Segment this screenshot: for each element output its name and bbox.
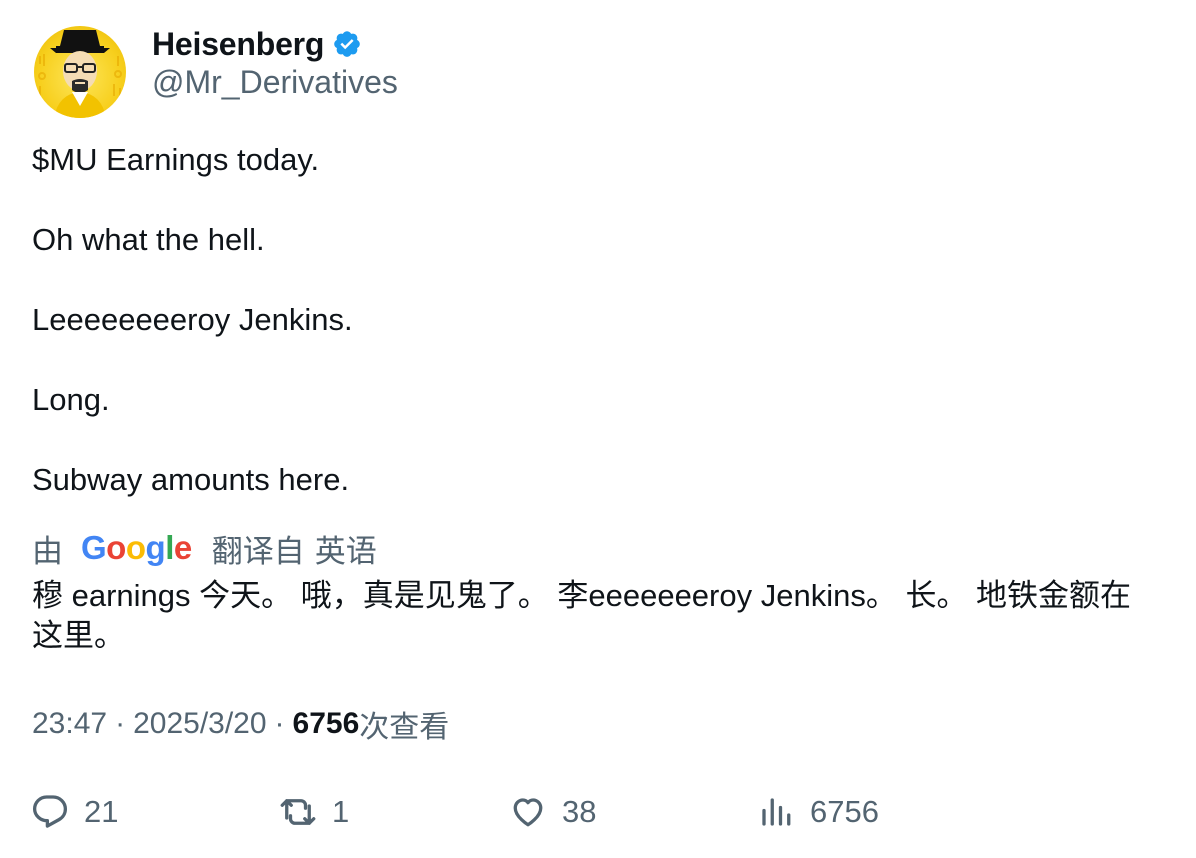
tweet-time[interactable]: 23:47 (32, 707, 107, 741)
heart-icon (513, 798, 543, 827)
tweet-paragraph: Subway amounts here. (32, 462, 350, 497)
author-handle[interactable]: @Mr_Derivatives (152, 64, 398, 101)
translated-text: 穆 earnings 今天。 哦，真是见鬼了。 李eeeeeeeroy Jenk… (32, 578, 1132, 653)
tweet-header: Heisenberg @Mr_Derivatives (34, 26, 1154, 122)
translation-prefix: 由 (32, 533, 63, 569)
like-count: 38 (562, 794, 597, 829)
heisenberg-portrait-icon (38, 30, 122, 118)
retweet-icon (280, 799, 316, 825)
reply-button[interactable]: 21 (32, 788, 118, 836)
tweet-meta: 23:47 · 2025/3/20 · 6756 次查看 (32, 704, 449, 744)
tweet-actions: 21 1 38 6756 (32, 788, 1172, 836)
reply-count: 21 (84, 794, 119, 829)
author-name[interactable]: Heisenberg (152, 26, 324, 63)
source-language: 英语 (314, 533, 377, 569)
translated-from-label: 翻译自 (211, 533, 305, 569)
tweet-date[interactable]: 2025/3/20 (133, 707, 266, 741)
meta-separator: · (274, 707, 285, 740)
reply-icon (32, 795, 68, 828)
tweet-paragraph: Leeeeeeeeroy Jenkins. (32, 302, 353, 337)
tweet-body: $MU Earnings today. Oh what the hell. Le… (32, 140, 1152, 500)
tweet-paragraph: Oh what the hell. (32, 222, 265, 257)
like-button[interactable]: 38 (510, 788, 596, 836)
meta-separator: · (115, 707, 126, 740)
google-logo-icon[interactable]: Google (81, 529, 192, 567)
retweet-button[interactable]: 1 (280, 788, 349, 836)
views-action-count: 6756 (810, 794, 879, 829)
author-name-row: Heisenberg (152, 26, 362, 62)
tweet-paragraph: Long. (32, 382, 110, 417)
views-count: 6756 (292, 707, 360, 740)
author-avatar[interactable] (34, 26, 126, 118)
retweet-count: 1 (332, 794, 350, 829)
analytics-icon (762, 798, 791, 826)
views-button[interactable]: 6756 (758, 788, 879, 836)
verified-badge-icon (334, 31, 361, 57)
views-label: 次查看 (359, 711, 450, 744)
translation-attribution: 由 Google 翻译自 英语 (32, 526, 377, 570)
tweet-paragraph: $MU Earnings today. (32, 142, 320, 177)
